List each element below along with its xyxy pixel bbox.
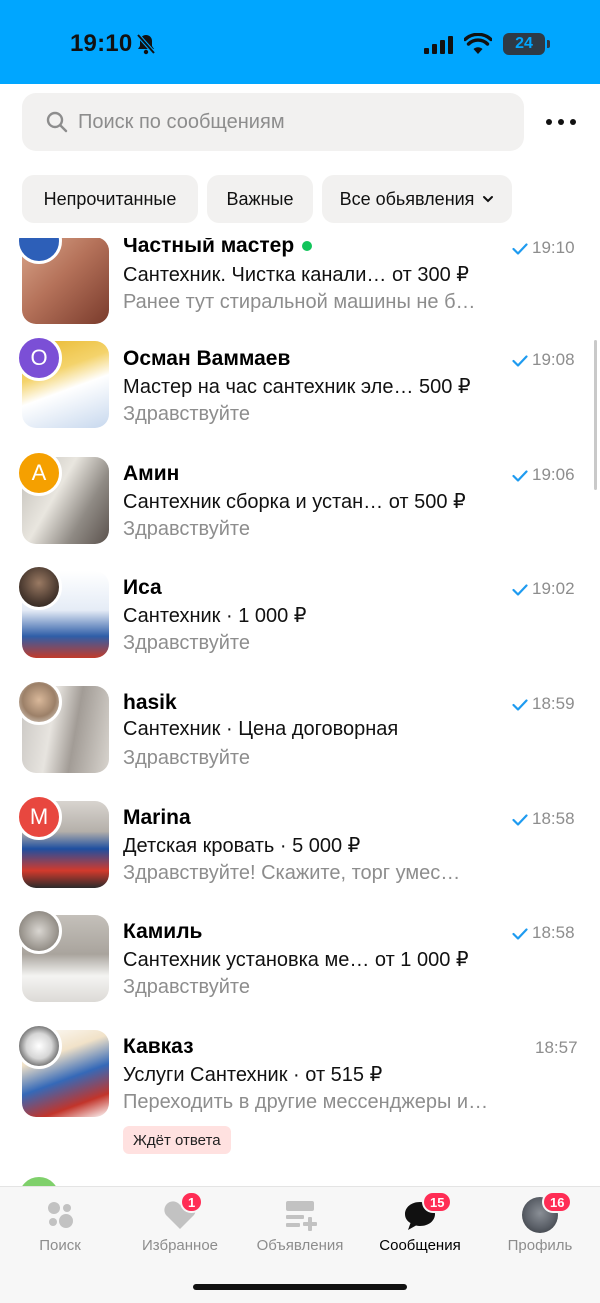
chat-item[interactable]: О Осман Ваммаев 19:08 Мастер на час сант…	[0, 316, 600, 430]
chat-item[interactable]: Частный мастер 19:10 Сантехник. Чистка к…	[0, 238, 600, 324]
chat-name: Marina	[123, 806, 191, 829]
avatar-letter: О	[30, 345, 48, 370]
chat-name: Частный мастер	[123, 238, 313, 258]
user-avatar	[16, 1023, 62, 1069]
user-avatar	[16, 1174, 62, 1186]
chat-name: Иса	[123, 576, 162, 599]
chat-item[interactable]: Иса 19:02 Сантехник · 1 000 ₽ Здравствуй…	[0, 545, 600, 659]
battery-icon: 24	[503, 33, 545, 55]
chat-time: 18:58	[532, 923, 575, 942]
add-listing-icon	[286, 1201, 317, 1231]
chat-item[interactable]: hasik 18:59 Сантехник · Цена договорная …	[0, 660, 600, 774]
filter-unread-label: Непрочитанные	[43, 188, 177, 209]
chat-time: 19:02	[532, 579, 575, 598]
bell-muted-icon	[136, 33, 156, 55]
chat-name: Амин	[123, 462, 180, 485]
chat-time: 19:10	[532, 238, 575, 257]
tab-favorites-label: Избранное	[141, 1237, 219, 1254]
chat-name: hasik	[123, 691, 177, 714]
chat-name: Кавказ	[123, 1035, 194, 1058]
read-check-icon	[512, 584, 528, 596]
chat-name: Камиль	[123, 920, 203, 943]
chevron-down-icon	[483, 196, 494, 203]
user-avatar	[16, 564, 62, 610]
chat-item-partial[interactable]	[0, 1174, 600, 1186]
filter-unread[interactable]: Непрочитанные	[22, 175, 198, 223]
user-avatar	[16, 908, 62, 954]
read-check-icon	[512, 928, 528, 940]
online-indicator	[302, 241, 313, 252]
chat-listing-title: Детская кровать · 5 000 ₽	[123, 835, 361, 857]
chat-listing-title: Сантехник · Цена договорная	[123, 718, 399, 740]
filter-important[interactable]: Важные	[207, 175, 313, 223]
tab-messages[interactable]: 15 Сообщения	[360, 1187, 480, 1267]
chat-listing-title: Сантехник сборка и устан… от 500 ₽	[123, 491, 466, 513]
tab-favorites[interactable]: 1 Избранное	[120, 1187, 240, 1267]
user-avatar	[16, 679, 62, 725]
user-avatar: M	[16, 794, 62, 840]
tab-messages-label: Сообщения	[379, 1237, 461, 1254]
read-check-icon	[512, 699, 528, 711]
avatar-letter: M	[29, 804, 49, 829]
awaiting-reply-badge: Ждёт ответа	[123, 1126, 231, 1154]
chat-time: 18:58	[532, 809, 575, 828]
tab-listings[interactable]: Объявления	[240, 1187, 360, 1267]
favorites-badge: 1	[180, 1191, 204, 1213]
battery-cap	[547, 40, 550, 48]
chat-time: 19:06	[532, 465, 575, 484]
chat-preview: Здравствуйте! Скажите, торг умес…	[123, 862, 461, 884]
chat-item[interactable]: Кавказ 18:57 Услуги Сантехник · от 515 ₽…	[0, 1004, 600, 1154]
chat-listing-title: Услуги Сантехник · от 515 ₽	[123, 1064, 383, 1086]
chat-item[interactable]: M Marina 18:58 Детская кровать · 5 000 ₽…	[0, 775, 600, 889]
chat-preview: Переходить в другие мессенджеры и…	[123, 1091, 489, 1113]
read-check-icon	[512, 355, 528, 367]
home-indicator[interactable]	[193, 1284, 407, 1290]
chat-preview: Здравствуйте	[123, 747, 250, 769]
chat-item[interactable]: Камиль 18:58 Сантехник установка ме… от …	[0, 889, 600, 1003]
avatar-letter: А	[31, 460, 47, 485]
chat-time: 19:08	[532, 350, 575, 369]
chat-preview: Здравствуйте	[123, 403, 250, 425]
chat-time: 18:59	[532, 694, 575, 713]
read-check-icon	[512, 470, 528, 482]
tab-profile-label: Профиль	[507, 1237, 573, 1254]
chat-preview: Здравствуйте	[123, 976, 250, 998]
tab-search-label: Поиск	[39, 1237, 81, 1254]
scrollbar[interactable]	[594, 340, 597, 490]
search-icon	[46, 111, 68, 133]
chat-preview: Здравствуйте	[123, 518, 250, 540]
wifi-icon	[464, 33, 492, 54]
more-menu-icon[interactable]	[546, 110, 576, 134]
tab-search[interactable]: Поиск	[0, 1187, 120, 1267]
search-bar[interactable]	[22, 93, 524, 151]
chat-listing-title: Сантехник. Чистка канали… от 300 ₽	[123, 264, 469, 286]
read-check-icon	[512, 243, 528, 255]
read-check-icon	[512, 814, 528, 826]
chat-item[interactable]: А Амин 19:06 Сантехник сборка и устан… о…	[0, 431, 600, 545]
chat-listing-title: Мастер на час сантехник эле… 500 ₽	[123, 376, 471, 398]
user-avatar: О	[16, 335, 62, 381]
chat-listing-title: Сантехник · 1 000 ₽	[123, 605, 307, 627]
status-bar: 19:10 24	[0, 0, 600, 84]
user-avatar: А	[16, 450, 62, 496]
chat-preview: Здравствуйте	[123, 632, 250, 654]
chat-preview: Ранее тут стиральной машины не б…	[123, 291, 476, 313]
chat-name: Осман Ваммаев	[123, 347, 291, 370]
chat-time: 18:57	[535, 1038, 578, 1057]
filter-all-ads[interactable]: Все обьявления	[322, 175, 512, 223]
filter-all-ads-label: Все обьявления	[339, 188, 475, 209]
search-dots-icon	[48, 1202, 73, 1228]
status-time: 19:10	[70, 30, 133, 57]
search-input[interactable]	[78, 93, 508, 151]
tab-profile[interactable]: 16 Профиль	[480, 1187, 600, 1267]
filter-important-label: Важные	[226, 188, 294, 209]
chat-list[interactable]: Частный мастер 19:10 Сантехник. Чистка к…	[0, 238, 600, 1186]
tab-listings-label: Объявления	[256, 1237, 344, 1254]
profile-badge: 16	[542, 1191, 573, 1213]
chat-listing-title: Сантехник установка ме… от 1 000 ₽	[123, 949, 469, 971]
cell-signal-icon	[424, 36, 453, 54]
messages-badge: 15	[422, 1191, 453, 1213]
